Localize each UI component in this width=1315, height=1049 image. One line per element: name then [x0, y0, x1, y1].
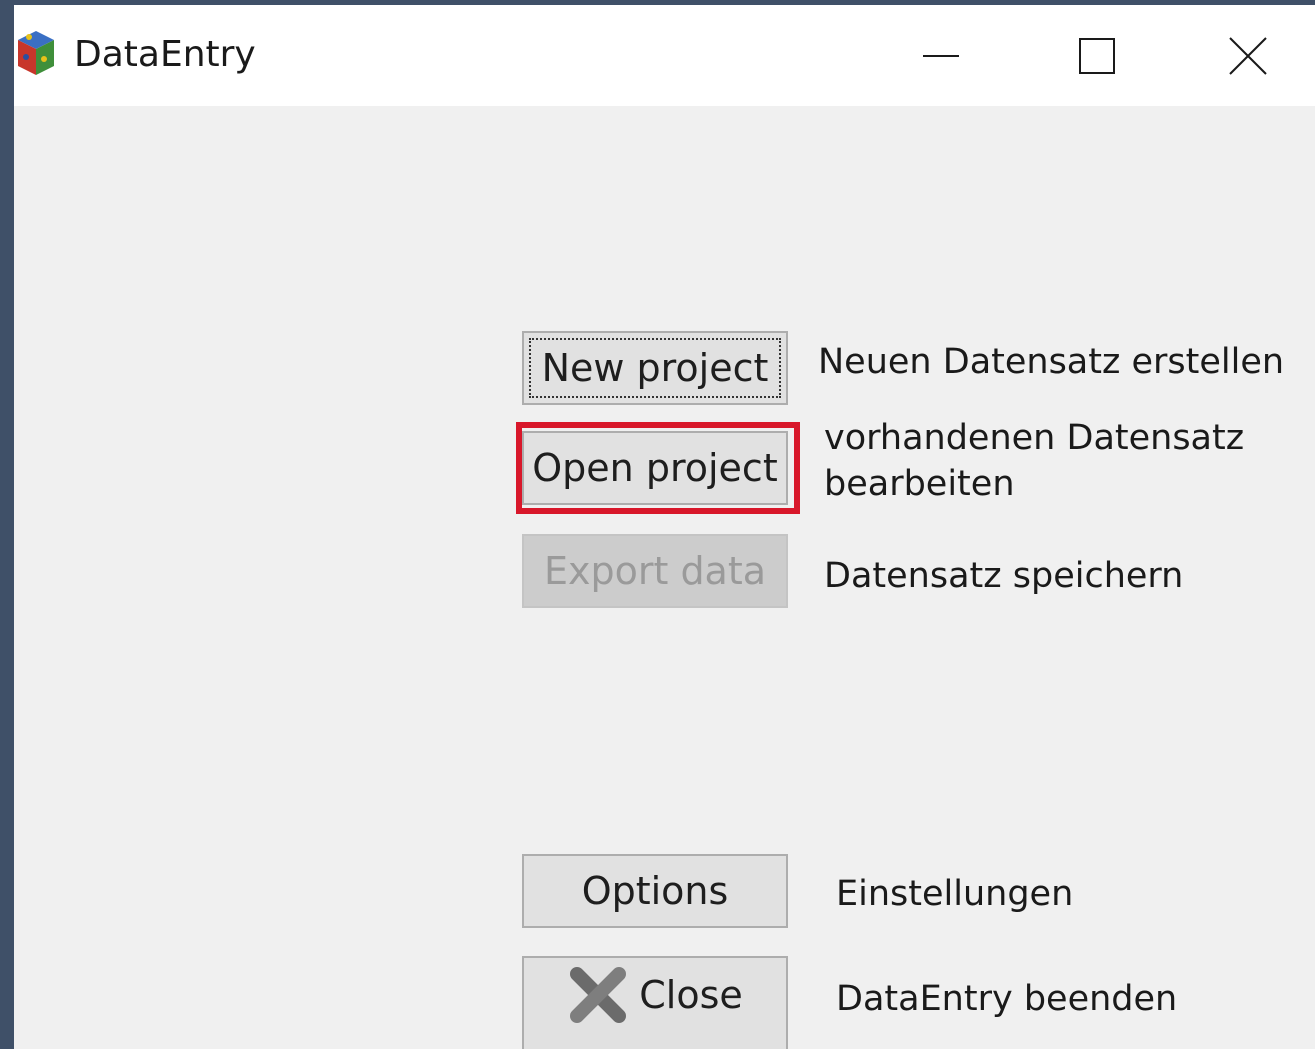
title-bar[interactable]: DataEntry [14, 5, 1315, 106]
options-button[interactable]: Options [522, 854, 788, 928]
export-data-description: Datensatz speichern [824, 556, 1184, 596]
open-project-description-line2: bearbeiten [824, 464, 1015, 504]
open-project-description: vorhandenen Datensatz bearbeiten [824, 415, 1244, 507]
minimize-icon [923, 54, 959, 57]
new-project-button[interactable]: New project [522, 331, 788, 405]
close-x-icon [570, 966, 627, 1023]
open-project-button[interactable]: Open project [522, 431, 788, 505]
close-button[interactable]: Close [522, 956, 788, 1049]
export-data-button: Export data [522, 534, 788, 608]
options-label: Options [581, 869, 729, 913]
open-project-label: Open project [532, 446, 778, 490]
window-title: DataEntry [74, 34, 256, 75]
close-label: Close [639, 972, 743, 1017]
export-data-label: Export data [543, 549, 767, 593]
close-icon [1228, 36, 1267, 75]
open-project-description-line1: vorhandenen Datensatz [824, 418, 1245, 458]
maximize-button[interactable] [1022, 5, 1172, 106]
dataentry-window: DataEntry New project Neuen Datensatz er… [14, 5, 1315, 1049]
desktop-background: DataEntry New project Neuen Datensatz er… [0, 0, 1315, 1049]
focus-rectangle [529, 338, 781, 398]
minimize-button[interactable] [866, 5, 1016, 106]
maximize-icon [1079, 37, 1115, 74]
new-project-description: Neuen Datensatz erstellen [818, 342, 1285, 382]
close-description: DataEntry beenden [836, 979, 1178, 1019]
app-cube-icon [18, 31, 54, 75]
options-description: Einstellungen [836, 874, 1074, 914]
close-window-button[interactable] [1180, 5, 1315, 106]
